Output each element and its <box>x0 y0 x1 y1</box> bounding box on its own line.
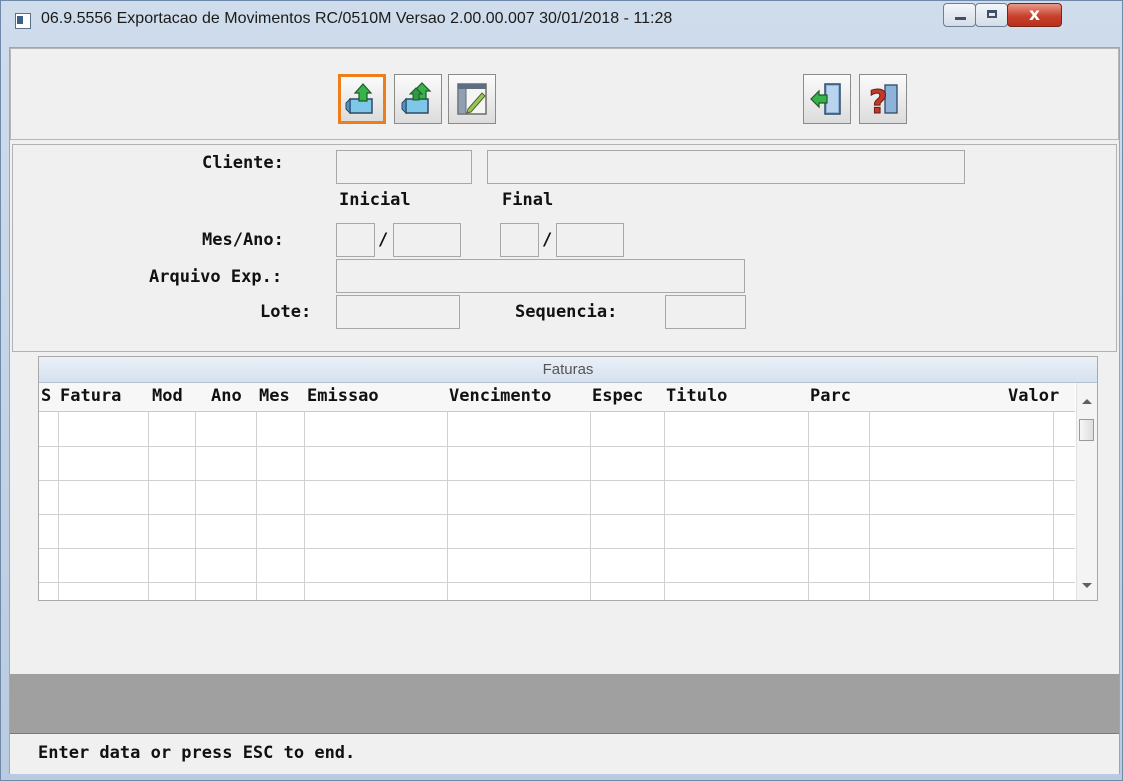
sequencia-label: Sequencia: <box>515 302 618 322</box>
mes-final-field[interactable] <box>500 223 539 257</box>
column-header[interactable]: Fatura <box>60 386 121 406</box>
scroll-up-icon[interactable] <box>1082 399 1092 404</box>
help-icon: ? <box>869 83 898 119</box>
grid-divider <box>664 411 665 600</box>
ano-final-field[interactable] <box>556 223 624 257</box>
scroll-down-icon[interactable] <box>1082 583 1092 588</box>
column-header[interactable]: Parc <box>810 386 851 406</box>
filter-form: Cliente: Inicial Final Mes/Ano: / / Arqu… <box>12 144 1117 352</box>
slash-inicial: / <box>378 230 389 250</box>
title-bar[interactable]: 06.9.5556 Exportacao de Movimentos RC/05… <box>1 1 1123 41</box>
grid-divider <box>58 411 59 600</box>
grid-divider <box>447 411 448 600</box>
column-header[interactable]: Mod <box>152 386 183 406</box>
status-bar: Enter data or press ESC to end. <box>10 733 1119 774</box>
minimize-icon <box>955 17 966 20</box>
column-header[interactable]: Vencimento <box>449 386 551 406</box>
edit-button[interactable] <box>448 74 496 124</box>
arquivo-label: Arquivo Exp.: <box>149 267 283 287</box>
inicial-label: Inicial <box>339 190 411 210</box>
lote-label: Lote: <box>260 302 312 322</box>
faturas-grid[interactable]: Faturas S Fatura Mod Ano Mes Emissao Ven… <box>38 356 1098 601</box>
window-title: 06.9.5556 Exportacao de Movimentos RC/05… <box>41 10 673 27</box>
grid-divider <box>808 411 809 600</box>
toolbar: ? <box>10 48 1119 140</box>
maximize-icon <box>987 10 997 18</box>
maximize-button[interactable] <box>975 3 1008 27</box>
grid-scrollbar[interactable] <box>1076 383 1097 600</box>
grid-divider <box>148 411 149 600</box>
exit-icon <box>810 83 841 115</box>
mesano-label: Mes/Ano: <box>202 230 284 250</box>
cliente-label: Cliente: <box>202 153 284 173</box>
scroll-thumb[interactable] <box>1079 419 1094 441</box>
message-area <box>10 674 1119 733</box>
grid-row-line <box>39 446 1075 447</box>
grid-divider <box>304 411 305 600</box>
grid-row-line <box>39 480 1075 481</box>
grid-row-line <box>39 548 1075 549</box>
column-header[interactable]: Mes <box>259 386 290 406</box>
export-icon <box>345 83 373 115</box>
close-button[interactable]: x <box>1007 3 1062 27</box>
grid-row-line <box>39 582 1075 583</box>
cliente-code-field[interactable] <box>336 150 472 184</box>
export-all-button[interactable] <box>394 74 442 124</box>
export-button[interactable] <box>338 74 386 124</box>
application-window: 06.9.5556 Exportacao de Movimentos RC/05… <box>0 0 1123 781</box>
edit-icon <box>457 83 487 115</box>
grid-caption: Faturas <box>39 357 1097 383</box>
grid-header: S Fatura Mod Ano Mes Emissao Vencimento … <box>39 383 1075 412</box>
help-button[interactable]: ? <box>859 74 907 124</box>
grid-divider <box>590 411 591 600</box>
ano-inicial-field[interactable] <box>393 223 461 257</box>
app-icon[interactable] <box>15 13 31 29</box>
column-header[interactable]: Titulo <box>666 386 727 406</box>
export-all-icon <box>401 82 432 115</box>
slash-final: / <box>542 230 553 250</box>
column-header[interactable]: S <box>41 386 51 406</box>
minimize-button[interactable] <box>943 3 976 27</box>
cliente-name-field[interactable] <box>487 150 965 184</box>
column-header[interactable]: Espec <box>592 386 643 406</box>
close-icon: x <box>1029 5 1040 25</box>
grid-divider <box>869 411 870 600</box>
final-label: Final <box>502 190 554 210</box>
column-header[interactable]: Valor <box>1008 386 1059 406</box>
column-header[interactable]: Emissao <box>307 386 379 406</box>
column-header[interactable]: Ano <box>211 386 242 406</box>
grid-divider <box>195 411 196 600</box>
grid-divider <box>1053 411 1054 600</box>
mes-inicial-field[interactable] <box>336 223 375 257</box>
grid-row-line <box>39 514 1075 515</box>
lote-field[interactable] <box>336 295 460 329</box>
svg-text:?: ? <box>869 83 888 119</box>
grid-divider <box>256 411 257 600</box>
exit-button[interactable] <box>803 74 851 124</box>
client-area: ? Cliente: Inicial Final Mes/Ano: / / Ar… <box>9 47 1120 774</box>
arquivo-field[interactable] <box>336 259 745 293</box>
status-message: Enter data or press ESC to end. <box>38 743 356 763</box>
sequencia-field[interactable] <box>665 295 746 329</box>
